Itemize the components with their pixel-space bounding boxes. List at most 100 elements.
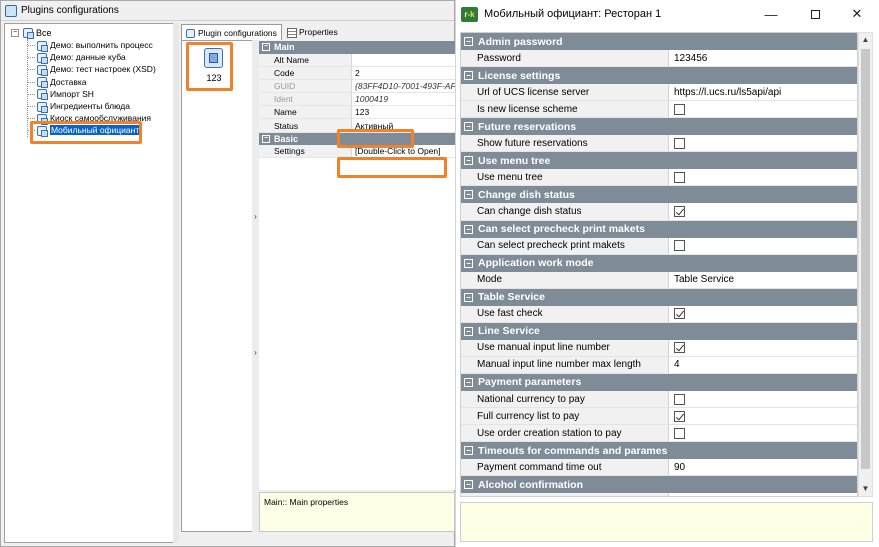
settings-category[interactable]: − Payment parameters [461, 373, 857, 391]
settings-row[interactable]: Url of UCS license server https://l.ucs.r… [461, 84, 857, 102]
close-icon[interactable]: ✕ [847, 4, 867, 24]
setting-checkbox[interactable] [674, 205, 685, 217]
settings-category[interactable]: − Line Service [461, 322, 857, 340]
property-value[interactable]: 123 [352, 106, 455, 118]
setting-checkbox[interactable] [674, 171, 685, 183]
settings-row[interactable]: Use order creation station to pay [461, 425, 857, 443]
collapse-icon[interactable]: − [262, 134, 270, 143]
property-value[interactable] [352, 54, 455, 66]
config-tabs: Plugin configurations Properties [181, 24, 455, 40]
minimize-icon[interactable]: — [761, 4, 781, 24]
tab-properties[interactable]: Properties [283, 24, 353, 40]
tree-item[interactable]: Демо: выполнить процесс [28, 39, 156, 52]
setting-checkbox[interactable] [674, 103, 685, 115]
panel-splitter[interactable]: › › [252, 40, 259, 532]
property-key: Ident [259, 93, 352, 106]
settings-row[interactable]: Mode Table Service [461, 271, 857, 289]
settings-row[interactable]: National currency to pay [461, 390, 857, 409]
setting-checkbox[interactable] [674, 308, 685, 320]
settings-category[interactable]: − Timeouts for commands and parames [461, 442, 857, 460]
scroll-thumb[interactable] [861, 49, 870, 469]
tree-item[interactable]: Импорт SH [28, 88, 156, 101]
settings-category[interactable]: − Can select precheck print makets [461, 220, 857, 238]
setting-checkbox[interactable] [674, 240, 685, 252]
settings-category[interactable]: − Alcohol confirmation [461, 476, 857, 494]
settings-row[interactable]: Manual input line number max length 4 [461, 356, 857, 374]
settings-row[interactable]: Full currency list to pay [461, 408, 857, 426]
settings-category[interactable]: − Future reservations [461, 118, 857, 136]
settings-row[interactable] [461, 493, 857, 496]
tree-root[interactable]: − Все [11, 27, 52, 39]
property-value[interactable]: 1000419 [352, 93, 455, 105]
tree-item[interactable]: Демо: тест настроек (XSD) [28, 63, 156, 76]
scroll-up-icon[interactable]: ▲ [859, 33, 872, 47]
settings-category[interactable]: − Change dish status [461, 186, 857, 204]
collapse-icon[interactable]: − [464, 156, 473, 166]
category-label: Admin password [478, 35, 563, 48]
collapse-icon[interactable]: − [464, 37, 473, 47]
settings-row[interactable]: Password 123456 [461, 50, 857, 68]
collapse-icon[interactable]: − [11, 28, 19, 37]
collapse-icon[interactable]: − [464, 122, 473, 132]
setting-value[interactable]: Table Service [669, 272, 857, 288]
property-row[interactable]: GUID {83FF4D10-7001-493F-AF [259, 79, 455, 94]
setting-value-cell [669, 306, 857, 322]
settings-category[interactable]: − Table Service [461, 288, 857, 306]
collapse-icon[interactable]: − [464, 292, 473, 302]
setting-value[interactable]: https://l.ucs.ru/ls5api/api [669, 84, 857, 100]
property-row[interactable]: Name 123 [259, 106, 455, 120]
setting-key: Password [461, 50, 669, 67]
property-value[interactable]: {83FF4D10-7001-493F-AF [352, 80, 455, 92]
settings-row[interactable]: Use menu tree [461, 169, 857, 187]
property-category[interactable]: − Main [259, 41, 455, 54]
right-window-title: Мобильный официант: Ресторан 1 [484, 8, 662, 20]
setting-checkbox[interactable] [674, 393, 685, 405]
collapse-icon[interactable]: − [464, 480, 473, 490]
property-value[interactable]: 2 [352, 67, 455, 79]
tree-scrollbar[interactable] [173, 23, 179, 543]
collapse-icon[interactable]: − [464, 446, 473, 456]
collapse-icon[interactable]: − [464, 326, 473, 336]
setting-checkbox[interactable] [674, 342, 685, 354]
settings-row[interactable]: Can change dish status [461, 203, 857, 221]
plugin-icon [36, 64, 48, 76]
tree-item[interactable]: Доставка [28, 76, 156, 89]
settings-row[interactable]: Is new license scheme [461, 101, 857, 119]
setting-value[interactable]: 90 [669, 459, 857, 475]
maximize-icon[interactable] [805, 4, 825, 24]
tree-item[interactable]: Ингредиенты блюда [28, 100, 156, 113]
setting-checkbox[interactable] [674, 410, 685, 422]
setting-value[interactable]: 4 [669, 357, 857, 373]
collapse-icon[interactable]: − [464, 190, 473, 200]
collapse-icon[interactable]: − [464, 258, 473, 268]
tab-plugin-configurations[interactable]: Plugin configurations [181, 24, 282, 40]
expand-arrow-icon[interactable]: › [252, 348, 259, 357]
collapse-icon[interactable]: − [464, 377, 473, 387]
setting-checkbox[interactable] [674, 137, 685, 149]
property-row[interactable]: Alt Name [259, 53, 455, 67]
settings-category[interactable]: − Admin password [461, 33, 857, 51]
settings-row[interactable]: Can select precheck print makets [461, 237, 857, 255]
plugin-icon [36, 40, 48, 52]
settings-category[interactable]: − Application work mode [461, 254, 857, 272]
collapse-icon[interactable]: − [464, 71, 473, 81]
collapse-icon[interactable]: − [262, 43, 270, 52]
expand-arrow-icon[interactable]: › [252, 212, 259, 221]
category-label: Use menu tree [478, 154, 551, 167]
settings-row[interactable]: Use fast check [461, 305, 857, 323]
setting-checkbox[interactable] [674, 495, 685, 496]
tree-item[interactable]: Демо: данные куба [28, 51, 156, 64]
settings-row[interactable]: Show future reservations [461, 135, 857, 153]
property-grid: − Main Alt Name Code 2 GUID {83FF4D10-7001-493… [259, 41, 455, 490]
settings-scrollbar[interactable]: ▲ ▼ [858, 32, 873, 497]
settings-row[interactable]: Payment command time out 90 [461, 459, 857, 477]
scroll-down-icon[interactable]: ▼ [859, 482, 872, 496]
setting-value[interactable]: 123456 [669, 50, 857, 66]
collapse-icon[interactable]: − [464, 224, 473, 234]
property-row[interactable]: Ident 1000419 [259, 93, 455, 107]
settings-category[interactable]: − Use menu tree [461, 152, 857, 170]
settings-category[interactable]: − License settings [461, 67, 857, 85]
property-row[interactable]: Code 2 [259, 66, 455, 80]
setting-checkbox[interactable] [674, 427, 685, 439]
settings-row[interactable]: Use manual input line number [461, 339, 857, 357]
